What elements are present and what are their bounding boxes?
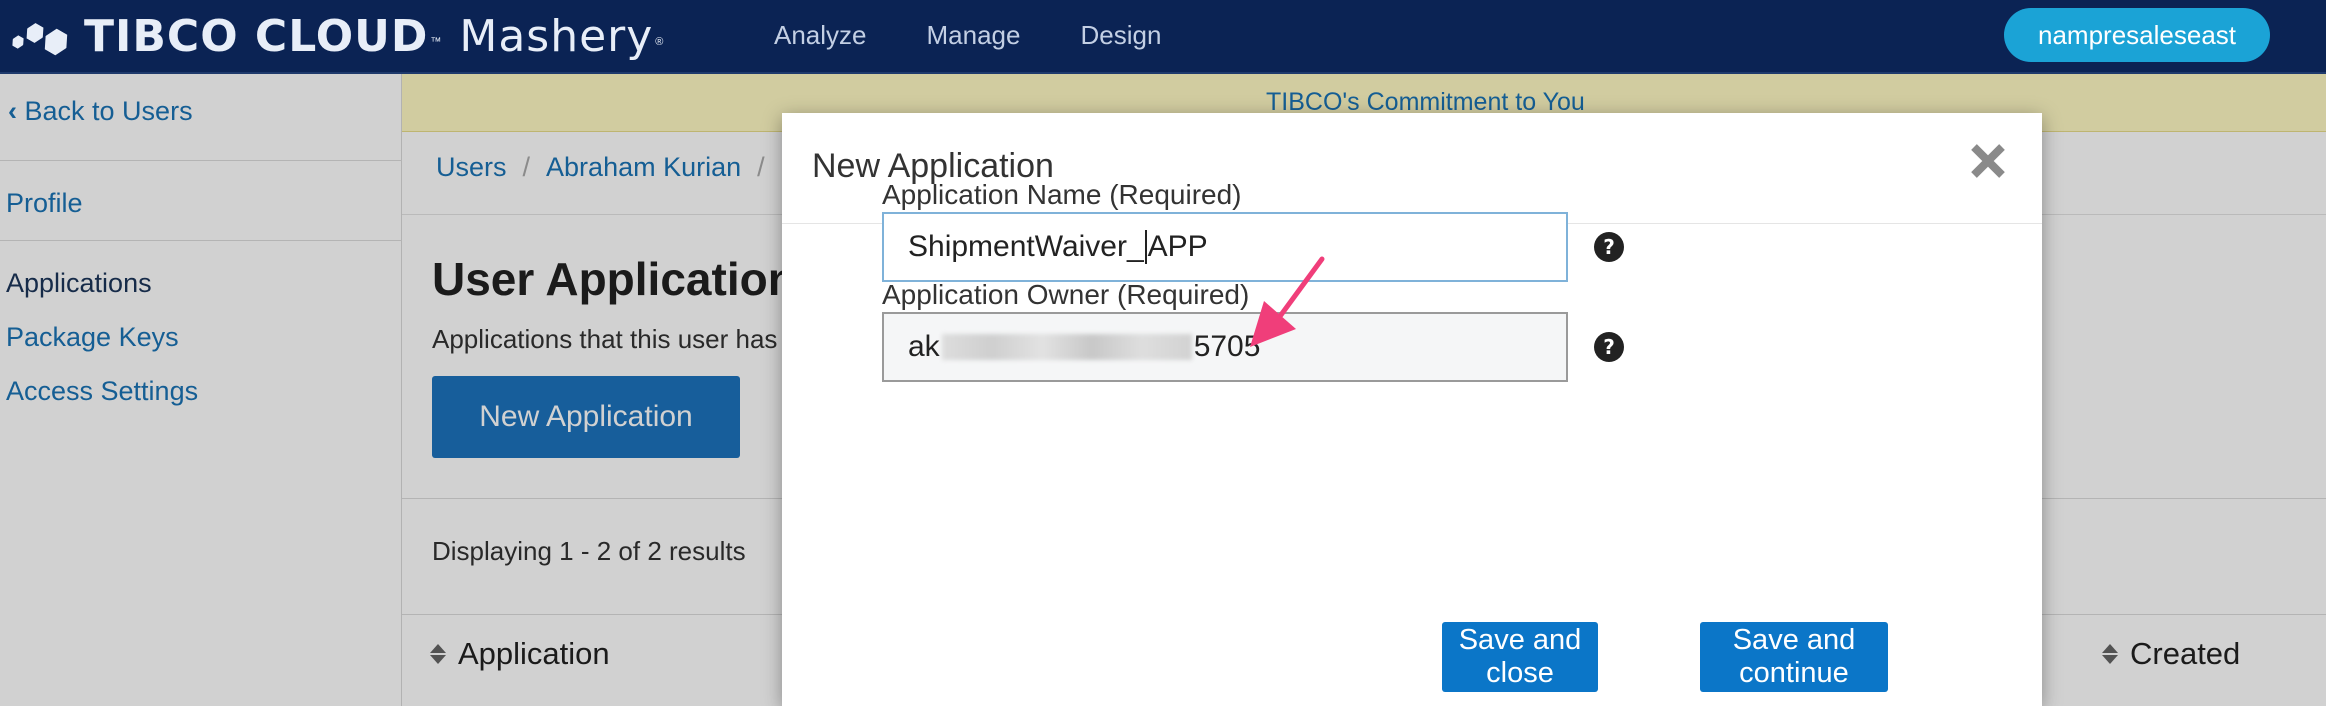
new-application-modal: New Application Application Name (Requir… [782,113,2042,706]
logo-product: Mashery [459,10,654,62]
input-text-after-caret: APP [1147,230,1208,263]
text-caret [1144,230,1147,264]
application-owner-label: Application Owner (Required) [882,279,1250,310]
user-menu-button[interactable]: nampresaleseast [2004,8,2270,62]
application-name-input[interactable]: ShipmentWaiver_ APP [882,212,1568,282]
nav-links: Analyze Manage Design [774,0,1161,70]
input-text-before-caret: ShipmentWaiver_ [908,230,1144,263]
owner-prefix: ak [908,330,940,363]
help-icon[interactable]: ? [1594,332,1624,362]
save-and-continue-button[interactable]: Save and continue [1700,622,1888,692]
logo-hexagons-icon [10,12,84,60]
annotation-arrow-icon [1250,256,1325,347]
application-name-label: Application Name (Required) [882,179,1242,210]
logo-brand: TIBCO CLOUD [84,10,429,62]
help-icon[interactable]: ? [1594,232,1624,262]
nav-design[interactable]: Design [1080,20,1161,51]
redacted-text [941,334,1192,360]
nav-analyze[interactable]: Analyze [774,20,867,51]
top-nav: TIBCO CLOUD ™ Mashery ® Analyze Manage D… [0,0,2326,74]
save-and-close-button[interactable]: Save and close [1442,622,1598,692]
close-icon[interactable] [1968,141,2008,181]
logo-trademark: ™ [430,36,442,48]
application-owner-input[interactable]: ak 5705 [882,312,1568,382]
logo-registered: ® [655,36,664,48]
nav-manage[interactable]: Manage [927,20,1021,51]
tibco-logo[interactable]: TIBCO CLOUD ™ Mashery ® [10,6,663,66]
